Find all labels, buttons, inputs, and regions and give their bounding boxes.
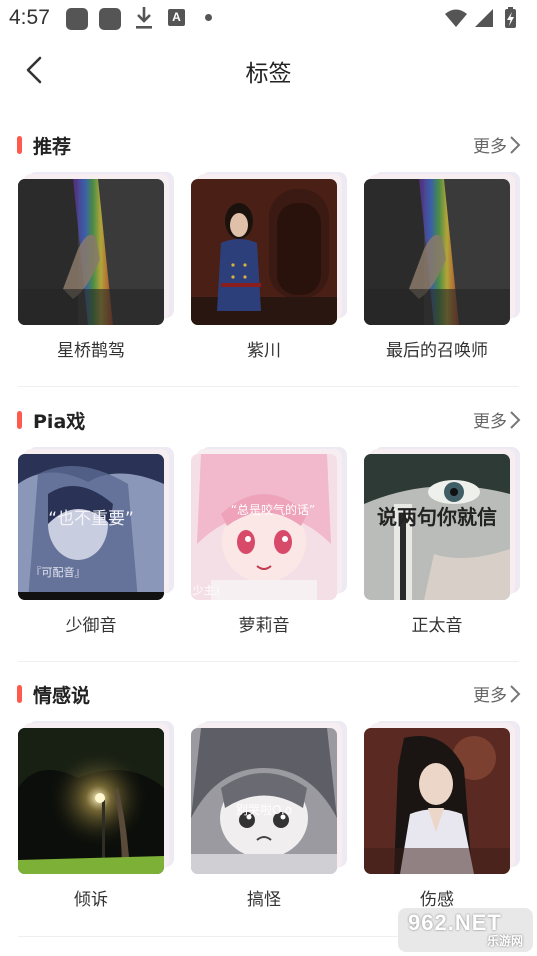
chevron-right-icon [510,135,521,154]
download-icon [136,7,152,29]
tag-label: 萝莉音 [238,616,290,636]
tag-thumbnail-night-streetlamp [18,728,164,874]
section-accent-bar [17,411,22,429]
more-link[interactable]: 更多 [473,132,521,158]
section-header: Pia戏 更多 [0,405,537,435]
tag-thumbnail-hand-rainbow [364,179,510,325]
thumbnail-overlay-text: 别哭啦O.o [236,802,292,817]
section-divider [18,661,519,662]
thumbnail-overlay-text: “总是咬气的话” [231,502,315,517]
section-accent-bar [17,136,22,154]
tag-label: 紫川 [247,341,281,361]
tag-label: 倾诉 [74,890,108,910]
navigation-bar: 标签 [0,40,537,100]
chevron-right-icon [510,410,521,429]
tag-thumbnail-anime-eye: 说两句你就信 [364,454,510,600]
tag-thumbnail-woman-uniform [191,179,337,325]
signal-icon [475,9,493,27]
section-header: 情感说 更多 [0,679,537,709]
section-accent-bar [17,685,22,703]
status-time: 4:57 [9,6,50,29]
tag-label: 正太音 [411,616,463,636]
more-link[interactable]: 更多 [473,407,521,433]
tag-thumbnail-anime-pink-girl: “总是咬气的话” 少主』 [191,454,337,600]
thumbnail-sub-text: 『可配音』 [31,565,86,579]
page-title: 标签 [245,61,292,87]
section-title: 情感说 [33,685,91,707]
tag-label: 伤感 [420,890,454,910]
tag-label: 星桥鹊驾 [57,341,125,361]
tag-label: 少御音 [65,616,117,636]
wifi-icon [445,9,467,27]
tag-thumbnail-anime-sketch-girl: 别哭啦O.o [191,728,337,874]
tag-label: 最后的召唤师 [386,341,488,361]
status-bar: 4:57 A [0,0,537,36]
system-status-icons [445,7,516,28]
tag-label: 搞怪 [247,890,281,910]
chevron-right-icon [510,684,521,703]
accessibility-a-icon: A [168,9,185,26]
more-notifications-dot-icon [205,14,212,21]
more-link[interactable]: 更多 [473,681,521,707]
watermark-logo: 962.NET 乐游网 [398,908,533,952]
section-divider [18,386,519,387]
tag-thumbnail-anime-boy: “也不重要” 『可配音』 [18,454,164,600]
notification-app-icon [66,8,88,30]
tag-thumbnail-girl-praying [364,728,510,874]
battery-charging-icon [505,7,516,28]
section-title: 推荐 [33,136,72,158]
thumbnail-sub-text: 少主』 [193,584,226,597]
notification-app-icon [99,8,121,30]
thumbnail-overlay-text: “也不重要” [48,509,134,529]
tag-thumbnail-hand-rainbow [18,179,164,325]
section-title: Pia戏 [33,411,86,433]
thumbnail-overlay-text: 说两句你就信 [377,505,497,529]
section-header: 推荐 更多 [0,130,537,160]
watermark-sub-text: 乐游网 [486,934,523,948]
